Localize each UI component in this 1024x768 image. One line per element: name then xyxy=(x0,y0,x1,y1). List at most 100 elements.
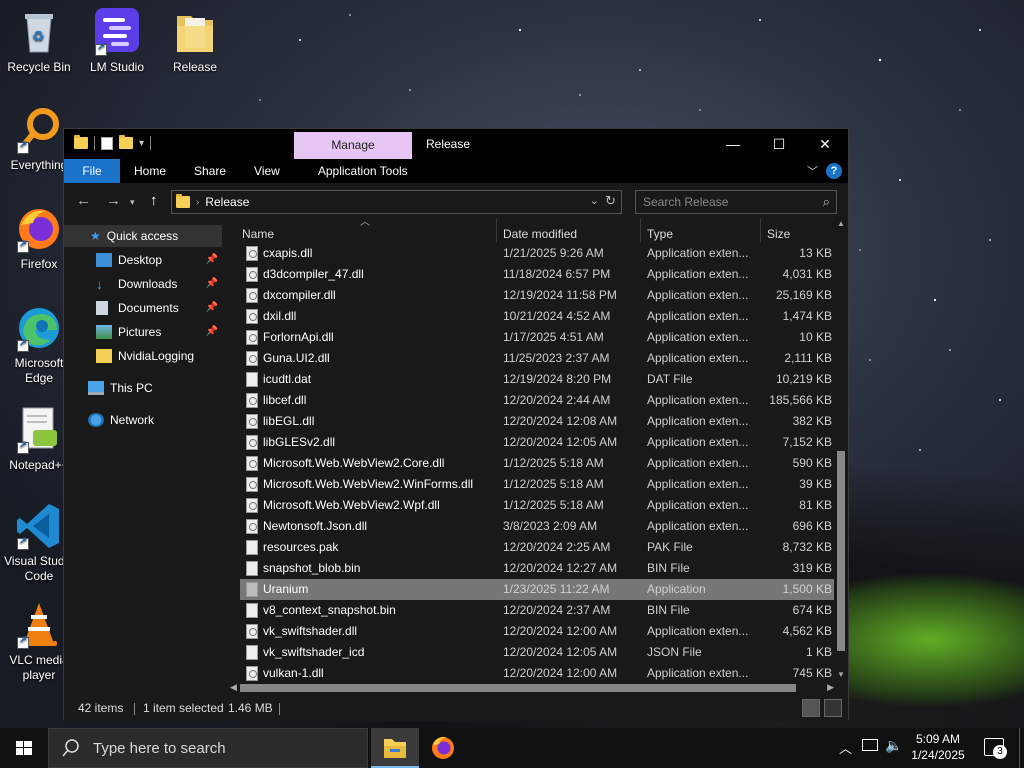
desktop-icon-recycle-bin[interactable]: ♻ Recycle Bin xyxy=(1,8,77,75)
back-arrow-icon[interactable]: ← xyxy=(76,192,91,209)
network-status-icon[interactable] xyxy=(862,739,878,751)
search-box[interactable]: ⌕ xyxy=(635,190,837,214)
search-input[interactable] xyxy=(636,191,806,213)
table-row[interactable]: libcef.dll 12/20/2024 2:44 AM Application … xyxy=(240,390,836,411)
taskbar-file-explorer[interactable] xyxy=(371,728,419,768)
new-folder-icon[interactable] xyxy=(119,135,133,149)
start-button[interactable] xyxy=(0,728,48,768)
tab-share[interactable]: Share xyxy=(180,159,240,183)
desktop-icon-release-folder[interactable]: Release xyxy=(157,8,233,75)
taskbar-firefox[interactable] xyxy=(419,728,467,768)
table-row[interactable]: Microsoft.Web.WebView2.WinForms.dll 1/12/… xyxy=(240,474,836,495)
table-row[interactable]: cxapis.dll 1/21/2025 9:26 AM Application e… xyxy=(240,243,836,264)
close-button[interactable]: ✕ xyxy=(802,129,848,159)
tab-manage[interactable]: Manage xyxy=(294,132,412,159)
nav-item-nvidialogging[interactable]: NvidiaLogging xyxy=(64,345,222,367)
taskbar: Type here to search ︿ 🔈 5:09 AM 1/24/202… xyxy=(0,728,1024,768)
scroll-up-icon[interactable]: ▲ xyxy=(837,219,845,228)
table-row[interactable]: resources.pak 12/20/2024 2:25 AM PAK File 8… xyxy=(240,537,836,558)
search-icon[interactable]: ⌕ xyxy=(823,194,830,210)
column-header-name[interactable]: Name xyxy=(242,219,274,243)
system-clock[interactable]: 5:09 AM 1/24/2025 xyxy=(898,731,978,763)
table-row[interactable]: Newtonsoft.Json.dll 3/8/2023 2:09 AM Appli… xyxy=(240,516,836,537)
navigation-pane: ★ Quick access Desktop 📌 ↓ Downloads 📌 D… xyxy=(64,219,222,681)
table-row[interactable]: libGLESv2.dll 12/20/2024 12:05 AM Applicat… xyxy=(240,432,836,453)
file-list[interactable]: ︿ Name Date modified Type Size cxapis.dl… xyxy=(230,217,846,681)
divider xyxy=(134,703,135,715)
details-view-icon[interactable] xyxy=(802,699,820,717)
pin-icon[interactable]: 📌 xyxy=(206,297,218,319)
nav-item-documents[interactable]: Documents 📌 xyxy=(64,297,222,319)
nav-this-pc[interactable]: This PC xyxy=(64,377,222,399)
nav-item-desktop[interactable]: Desktop 📌 xyxy=(64,249,222,271)
table-row[interactable]: Guna.UI2.dll 11/25/2023 2:37 AM Applicatio… xyxy=(240,348,836,369)
properties-icon[interactable] xyxy=(101,136,113,150)
pin-icon[interactable]: 📌 xyxy=(206,321,218,343)
help-icon[interactable]: ? xyxy=(826,163,842,179)
nav-quick-access[interactable]: ★ Quick access xyxy=(64,225,222,247)
breadcrumb-chevron-icon[interactable]: › xyxy=(196,197,199,208)
table-row[interactable]: Uranium 1/23/2025 11:22 AM Application 1,50… xyxy=(240,579,836,600)
file-name: vk_swiftshader.dll xyxy=(263,624,358,638)
scroll-down-icon[interactable]: ▼ xyxy=(837,670,845,679)
table-row[interactable]: icudtl.dat 12/19/2024 8:20 PM DAT File 10,2… xyxy=(240,369,836,390)
recent-locations-chevron-icon[interactable]: ▾ xyxy=(130,197,135,208)
file-explorer-window[interactable]: ▾ Manage Release — ☐ ✕ File Home Share V… xyxy=(63,128,849,721)
dll-file-icon xyxy=(246,414,258,429)
tab-home[interactable]: Home xyxy=(120,159,180,183)
scroll-thumb[interactable] xyxy=(240,684,796,692)
desktop-icon-lm-studio[interactable]: LM Studio xyxy=(79,8,155,75)
column-divider[interactable] xyxy=(496,219,497,243)
minimize-button[interactable]: — xyxy=(710,129,756,159)
dll-file-icon xyxy=(246,666,258,681)
column-header-date-modified[interactable]: Date modified xyxy=(503,219,577,243)
up-arrow-icon[interactable]: ↑ xyxy=(150,192,158,209)
tab-file[interactable]: File xyxy=(64,159,120,183)
scroll-right-icon[interactable]: ▶ xyxy=(827,682,834,693)
file-date-modified: 12/20/2024 12:00 AM xyxy=(503,624,618,638)
vertical-scrollbar[interactable]: ▲ ▼ xyxy=(834,219,848,681)
address-bar[interactable]: › Release ⌄ ↻ xyxy=(171,190,622,214)
scroll-thumb[interactable] xyxy=(837,451,845,651)
table-row[interactable]: ForlornApi.dll 1/17/2025 4:51 AM Applicati… xyxy=(240,327,836,348)
desktop-icon-label: Release xyxy=(172,60,218,74)
scroll-left-icon[interactable]: ◀ xyxy=(230,682,237,693)
column-divider[interactable] xyxy=(640,219,641,243)
file-name: dxcompiler.dll xyxy=(263,288,336,302)
refresh-icon[interactable]: ↻ xyxy=(605,193,616,209)
large-icons-view-icon[interactable] xyxy=(824,699,842,717)
table-row[interactable]: Microsoft.Web.WebView2.Wpf.dll 1/12/2025 … xyxy=(240,495,836,516)
show-desktop-button[interactable] xyxy=(1019,728,1024,768)
nav-item-downloads[interactable]: ↓ Downloads 📌 xyxy=(64,273,222,295)
notification-center-button[interactable]: 3 xyxy=(984,738,1007,759)
show-hidden-icons-chevron-icon[interactable]: ︿ xyxy=(839,738,852,757)
table-row[interactable]: dxcompiler.dll 12/19/2024 11:58 PM Applica… xyxy=(240,285,836,306)
pin-icon[interactable]: 📌 xyxy=(206,249,218,271)
tab-view[interactable]: View xyxy=(240,159,294,183)
column-header-size[interactable]: Size xyxy=(767,219,790,243)
address-dropdown-chevron-icon[interactable]: ⌄ xyxy=(590,194,599,207)
nav-item-pictures[interactable]: Pictures 📌 xyxy=(64,321,222,343)
customize-qat-chevron-icon[interactable]: ▾ xyxy=(139,138,144,149)
table-row[interactable]: dxil.dll 10/21/2024 4:52 AM Application ex… xyxy=(240,306,836,327)
table-row[interactable]: v8_context_snapshot.bin 12/20/2024 2:37 A… xyxy=(240,600,836,621)
table-row[interactable]: vk_swiftshader.dll 12/20/2024 12:00 AM App… xyxy=(240,621,836,642)
breadcrumb-release[interactable]: Release xyxy=(205,195,249,209)
nav-network[interactable]: Network xyxy=(64,409,222,431)
column-header-type[interactable]: Type xyxy=(647,219,673,243)
tab-application-tools[interactable]: Application Tools xyxy=(304,159,422,183)
horizontal-scrollbar[interactable]: ◀ ▶ xyxy=(230,681,834,695)
table-row[interactable]: libEGL.dll 12/20/2024 12:08 AM Application… xyxy=(240,411,836,432)
forward-arrow-icon[interactable]: → xyxy=(106,192,121,209)
maximize-button[interactable]: ☐ xyxy=(756,129,802,159)
pin-icon[interactable]: 📌 xyxy=(206,273,218,295)
expand-ribbon-chevron-icon[interactable]: ﹀ xyxy=(807,163,818,179)
table-row[interactable]: Microsoft.Web.WebView2.Core.dll 1/12/2025… xyxy=(240,453,836,474)
table-row[interactable]: d3dcompiler_47.dll 11/18/2024 6:57 PM Appl… xyxy=(240,264,836,285)
column-divider[interactable] xyxy=(760,219,761,243)
table-row[interactable]: snapshot_blob.bin 12/20/2024 12:27 AM BIN … xyxy=(240,558,836,579)
application-icon xyxy=(246,582,258,597)
taskbar-search-box[interactable]: Type here to search xyxy=(48,728,368,768)
title-bar[interactable]: ▾ Manage Release — ☐ ✕ xyxy=(64,129,848,159)
table-row[interactable]: vk_swiftshader_icd 12/20/2024 12:05 AM JSO… xyxy=(240,642,836,663)
